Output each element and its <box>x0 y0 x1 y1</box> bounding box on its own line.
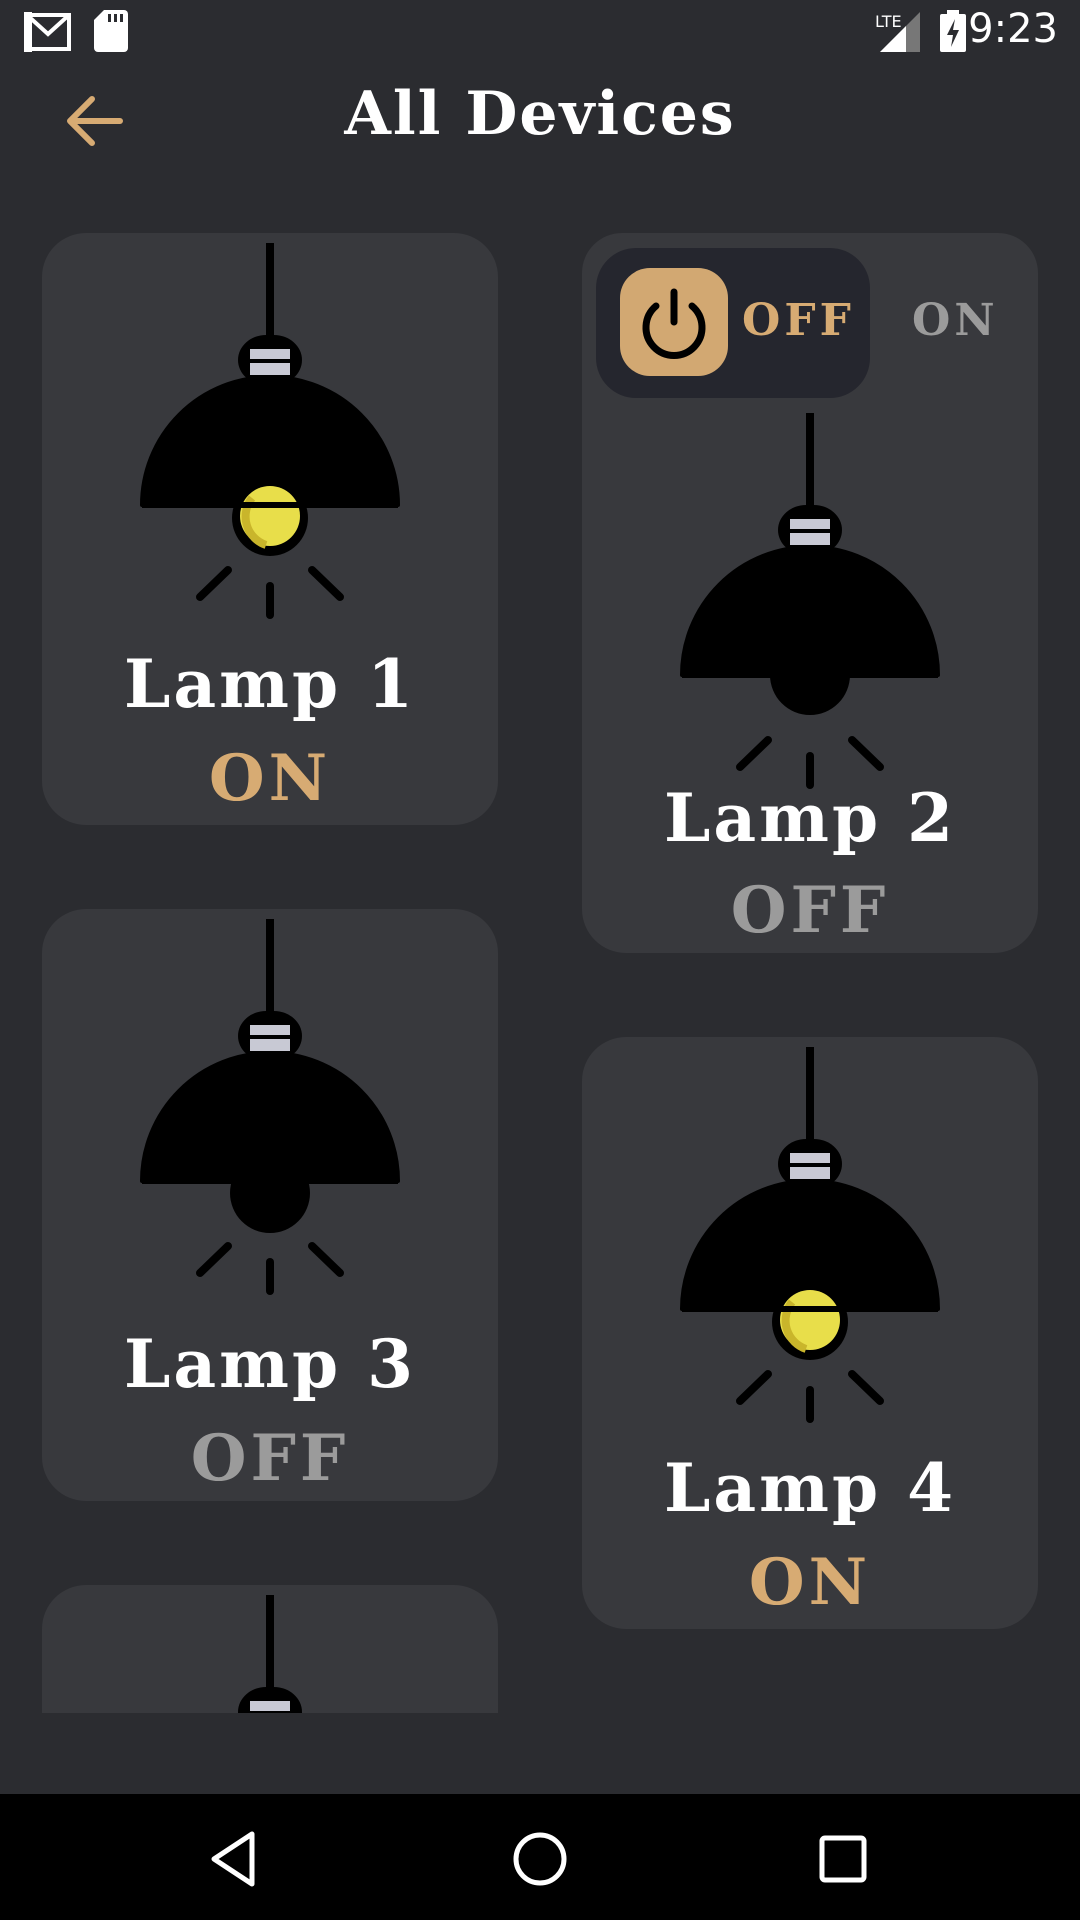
signal-icon <box>880 12 920 52</box>
lamp-icon <box>42 1585 498 1713</box>
lamp-off-icon <box>42 909 498 1309</box>
lamp-on-icon <box>42 233 498 633</box>
home-circle-icon[interactable] <box>505 1824 575 1894</box>
app-bar: All Devices <box>0 63 1080 173</box>
device-card-lamp-1[interactable]: Lamp 1 ON <box>42 233 498 825</box>
power-toggle-panel: OFF ON <box>582 233 1038 413</box>
recents-square-icon[interactable] <box>808 1824 878 1894</box>
device-state: ON <box>208 741 332 816</box>
power-icon <box>642 288 706 359</box>
toggle-on-label[interactable]: ON <box>912 295 999 346</box>
power-button[interactable] <box>620 268 728 376</box>
lamp-off-icon <box>582 413 1038 803</box>
device-card-lamp-4[interactable]: Lamp 4 ON <box>582 1037 1038 1629</box>
toggle-off-label[interactable]: OFF <box>742 295 855 346</box>
battery-charging-icon <box>940 10 966 52</box>
gmail-icon <box>24 12 71 52</box>
device-card-lamp-2[interactable]: Lamp 2 OFF <box>582 413 1038 953</box>
system-nav-bar <box>0 1794 1080 1920</box>
device-state: OFF <box>730 873 890 948</box>
device-state: ON <box>748 1545 872 1620</box>
device-name: Lamp 2 <box>663 779 957 857</box>
device-name: Lamp 1 <box>123 645 417 723</box>
device-card-lamp-3[interactable]: Lamp 3 OFF <box>42 909 498 1501</box>
page-title: All Devices <box>344 79 736 149</box>
status-bar: LTE 9:23 <box>0 0 1080 63</box>
device-name: Lamp 4 <box>663 1449 957 1527</box>
device-card-partial[interactable] <box>42 1585 498 1713</box>
back-triangle-icon[interactable] <box>200 1824 270 1894</box>
lamp-on-icon <box>582 1037 1038 1437</box>
clock: 9:23 <box>968 6 1058 52</box>
sd-card-icon <box>94 10 128 52</box>
device-name: Lamp 3 <box>123 1325 417 1403</box>
power-toggle[interactable]: OFF <box>596 248 870 398</box>
device-state: OFF <box>190 1421 350 1496</box>
